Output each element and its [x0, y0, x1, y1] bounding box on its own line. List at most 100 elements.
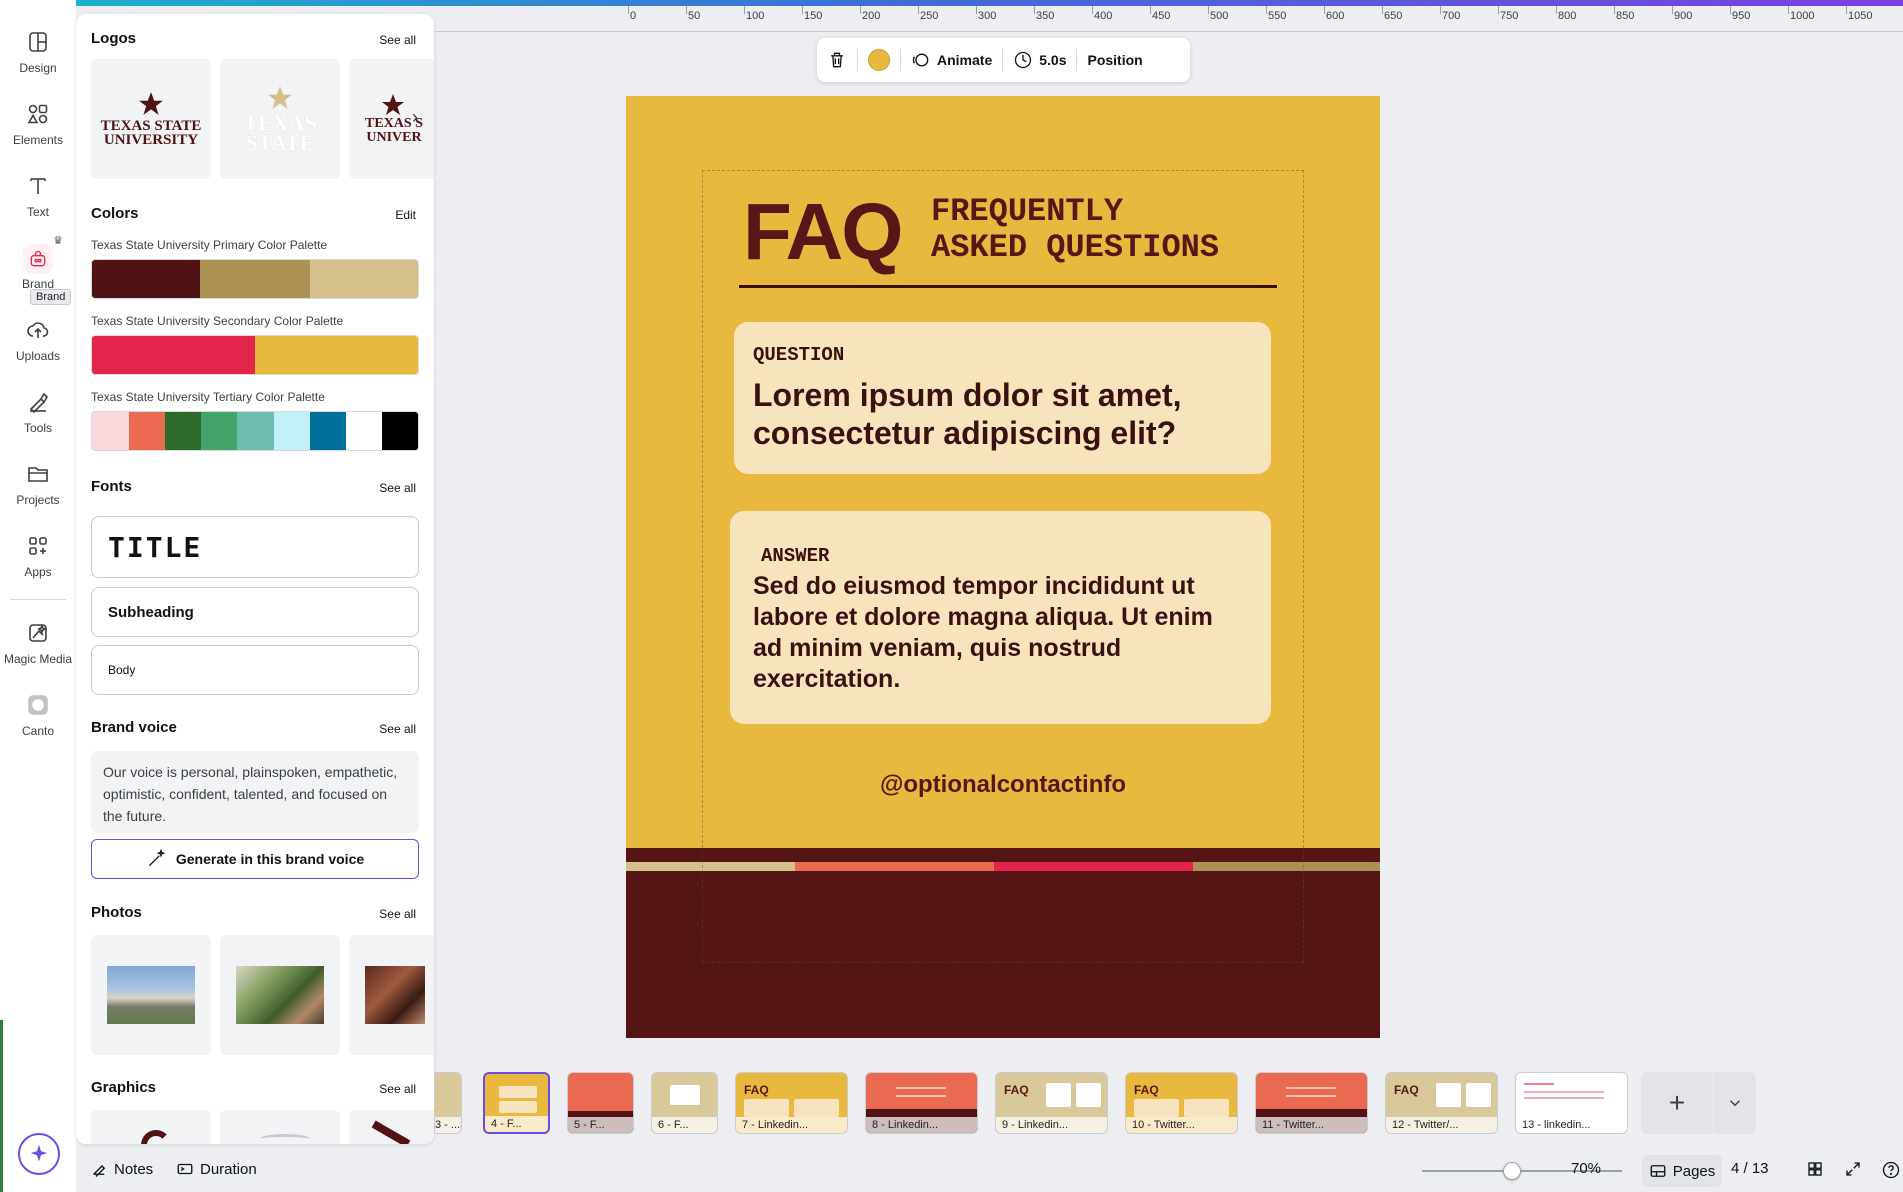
swatch[interactable] [309, 412, 347, 450]
ruler-label: 50 [688, 10, 701, 22]
sparkle-icon [30, 1144, 48, 1162]
swatch[interactable] [128, 412, 165, 450]
add-page-button[interactable]: + [1641, 1072, 1713, 1134]
question-tag[interactable]: QUESTION [753, 344, 844, 366]
rail-text[interactable]: Text [0, 174, 76, 236]
graphic-tile-3[interactable] [349, 1110, 434, 1144]
question-card[interactable]: QUESTION Lorem ipsum dolor sit amet, con… [734, 322, 1271, 474]
rail-elements[interactable]: Elements [0, 102, 76, 164]
pages-button[interactable]: Pages [1642, 1155, 1722, 1187]
generate-brand-voice-button[interactable]: Generate in this brand voice [91, 839, 419, 879]
ruler-tick [1440, 6, 1441, 14]
swatch[interactable] [200, 260, 310, 298]
page-thumbnail[interactable]: 11 - Twitter... [1255, 1072, 1368, 1134]
question-text[interactable]: Lorem ipsum dolor sit amet, consectetur … [753, 376, 1182, 452]
toolbar-divider [900, 49, 901, 71]
photos-title: Photos [91, 904, 142, 921]
page-thumbnail[interactable]: 8 - Linkedin... [865, 1072, 978, 1134]
zoom-level[interactable]: 70% [1571, 1160, 1601, 1177]
page-thumbnail[interactable]: FAQ 12 - Twitter/... [1385, 1072, 1498, 1134]
expand-pages-button[interactable] [1714, 1072, 1756, 1134]
photo-tile-2[interactable] [220, 935, 340, 1055]
faq-heading[interactable]: FAQ [743, 186, 903, 278]
faq-subtitle[interactable]: FREQUENTLY ASKED QUESTIONS [931, 194, 1219, 266]
magic-assistant-button[interactable] [18, 1133, 60, 1175]
swatch[interactable] [92, 336, 255, 374]
swatch[interactable] [92, 260, 201, 298]
rail-tools-label: Tools [23, 421, 52, 435]
contact-info[interactable]: @optionalcontactinfo [626, 771, 1380, 799]
notes-button[interactable]: Notes [90, 1160, 153, 1178]
rail-uploads[interactable]: Uploads [0, 318, 76, 380]
swatch[interactable] [382, 412, 418, 450]
font-subheading-sample[interactable]: Subheading [91, 587, 419, 637]
page-thumbnail[interactable]: 13 - linkedin... [1515, 1072, 1628, 1134]
ruler-label: 800 [1558, 10, 1577, 22]
swatch[interactable] [255, 336, 418, 374]
colors-edit[interactable]: Edit [395, 208, 416, 222]
rail-tools[interactable]: Tools [0, 390, 76, 452]
rail-apps[interactable]: Apps [0, 534, 76, 596]
rail-canto[interactable]: Canto [0, 693, 76, 755]
palette-tertiary[interactable] [91, 411, 419, 451]
swatch[interactable] [237, 412, 274, 450]
swatch[interactable] [92, 412, 129, 450]
thumbnail-line [1524, 1083, 1554, 1085]
rail-design[interactable]: Design [0, 30, 76, 92]
answer-text[interactable]: Sed do eiusmod tempor incididunt ut labo… [753, 571, 1213, 695]
page-thumbnail-label: 9 - Linkedin... [996, 1117, 1107, 1133]
swatch[interactable] [201, 412, 238, 450]
photos-next-arrow-icon[interactable]: › [405, 985, 425, 1005]
swatch[interactable] [164, 412, 202, 450]
swatch[interactable] [309, 260, 418, 298]
fullscreen-button[interactable] [1844, 1160, 1862, 1178]
swatch[interactable] [346, 412, 383, 450]
delete-button[interactable] [827, 50, 847, 70]
design-page[interactable]: FAQ FREQUENTLY ASKED QUESTIONS QUESTION … [626, 96, 1380, 1038]
brand-voice-see-all[interactable]: See all [379, 722, 416, 736]
palette-secondary[interactable] [91, 335, 419, 375]
font-body-sample[interactable]: Body [91, 645, 419, 695]
photos-see-all[interactable]: See all [379, 907, 416, 921]
graphic-shape [141, 1130, 171, 1144]
page-thumbnail[interactable]: 3 - ...3/L... [434, 1072, 462, 1134]
color-picker-button[interactable] [868, 49, 890, 71]
page-thumbnail[interactable]: 6 - F... [651, 1072, 718, 1134]
logos-see-all[interactable]: See all [379, 33, 416, 47]
rail-projects[interactable]: Projects [0, 462, 76, 524]
page-thumbnail[interactable]: FAQ 10 - Twitter... [1125, 1072, 1238, 1134]
logo-tile-1[interactable]: TEXAS STATE UNIVERSITY [91, 59, 211, 179]
fonts-see-all[interactable]: See all [379, 481, 416, 495]
help-button[interactable] [1881, 1160, 1901, 1180]
graphic-tile-2[interactable] [220, 1110, 340, 1144]
crown-icon: ♛ [53, 235, 63, 247]
grid-view-button[interactable] [1806, 1160, 1824, 1178]
logos-next-arrow-icon[interactable]: › [405, 107, 425, 127]
font-title-sample[interactable]: TITLE [91, 516, 419, 578]
page-thumbnail[interactable]: FAQ 7 - Linkedin... [735, 1072, 848, 1134]
zoom-slider-handle[interactable] [1503, 1162, 1521, 1180]
position-button[interactable]: Position [1087, 52, 1142, 68]
animate-button[interactable]: Animate [911, 50, 992, 70]
thumbnail-line [1286, 1095, 1336, 1097]
brand-voice-title: Brand voice [91, 719, 177, 736]
rail-divider [10, 599, 66, 600]
palette-primary[interactable] [91, 259, 419, 299]
answer-tag[interactable]: ANSWER [761, 545, 829, 567]
page-thumbnail[interactable]: FAQ 9 - Linkedin... [995, 1072, 1108, 1134]
duration-panel-button[interactable]: Duration [176, 1160, 257, 1178]
rail-magic-media[interactable]: Magic Media [0, 621, 76, 683]
answer-card[interactable]: ANSWER Sed do eiusmod tempor incididunt … [730, 511, 1271, 724]
logo-tile-2[interactable]: TEXAS STATE [220, 59, 340, 179]
graphics-see-all[interactable]: See all [379, 1082, 416, 1096]
graphic-tile-1[interactable] [91, 1110, 211, 1144]
footer-band[interactable] [626, 848, 1380, 1038]
swatch[interactable] [273, 412, 310, 450]
ruler-tick [1324, 6, 1325, 14]
heading-rule[interactable] [739, 285, 1277, 288]
duration-button[interactable]: 5.0s [1013, 50, 1066, 70]
page-thumbnail-current[interactable]: 4 - F... [483, 1072, 550, 1134]
page-thumbnail[interactable]: 5 - F... [567, 1072, 634, 1134]
ruler-label: 850 [1616, 10, 1635, 22]
photo-tile-1[interactable] [91, 935, 211, 1055]
